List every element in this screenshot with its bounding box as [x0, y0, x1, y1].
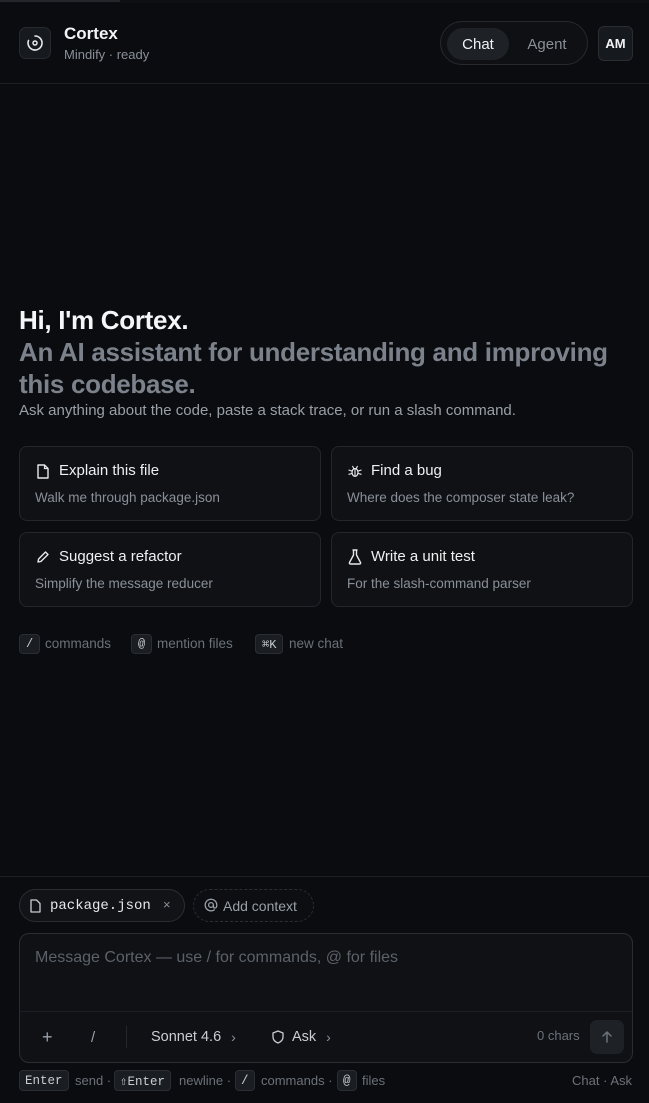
hero-description: Ask anything about the code, paste a sta… — [19, 402, 516, 419]
suggestion-title: Find a bug — [371, 462, 442, 479]
pencil-icon — [36, 549, 50, 565]
suggestion-card-refactor[interactable]: Suggest a refactor Simplify the message … — [19, 532, 321, 607]
bug-icon — [348, 463, 362, 479]
hero-title: Hi, I'm Cortex. — [19, 305, 189, 335]
mode-toggle: Chat Agent — [440, 21, 588, 65]
slash-key-badge: / — [19, 634, 41, 654]
shift-enter-key-badge: ⇧Enter — [114, 1070, 172, 1091]
at-key-badge: @ — [337, 1070, 357, 1091]
arrow-up-icon — [602, 1031, 612, 1043]
suggestion-description: Where does the composer state leak? — [347, 490, 575, 505]
chevron-right-icon: › — [231, 1029, 236, 1045]
hint-new-chat: new chat — [289, 636, 344, 651]
footer-hint-newline: newline · — [179, 1073, 232, 1088]
footer-hint-files: files — [362, 1073, 386, 1088]
footer-hint-send: send · — [75, 1073, 112, 1088]
at-sign-icon — [204, 898, 218, 917]
slash-key-badge: / — [235, 1070, 255, 1091]
suggestion-title: Explain this file — [59, 462, 160, 479]
cmd-k-key-badge: ⌘K — [255, 634, 284, 654]
shield-icon — [272, 1030, 284, 1044]
toolbar-divider — [126, 1026, 127, 1048]
attach-button[interactable]: + — [42, 1024, 53, 1050]
add-context-label: Add context — [223, 898, 297, 914]
message-composer: + / Sonnet 4.6 › Ask › 0 chars — [19, 933, 633, 1063]
composer-divider — [0, 876, 649, 877]
add-context-button[interactable]: Add context — [193, 889, 314, 922]
flask-icon — [348, 549, 362, 565]
model-selector[interactable]: Sonnet 4.6 › — [151, 1024, 236, 1050]
top-strip-mark — [0, 0, 120, 2]
at-key-badge: @ — [131, 634, 153, 654]
suggestion-description: Walk me through package.json — [35, 490, 220, 505]
app-window: Cortex Mindify · ready Chat Agent AM Hi,… — [0, 0, 649, 1103]
send-button[interactable] — [590, 1020, 624, 1054]
suggestion-title: Suggest a refactor — [59, 548, 182, 565]
context-chip-package-json[interactable]: package.json × — [19, 889, 185, 922]
agent-mode-button[interactable]: Agent — [515, 28, 579, 60]
hint-commands: commands — [45, 636, 112, 651]
file-icon — [36, 463, 50, 479]
message-input[interactable] — [20, 934, 632, 1010]
model-label: Sonnet 4.6 — [151, 1029, 222, 1045]
suggestion-description: Simplify the message reducer — [35, 576, 213, 591]
suggestion-card-find-bug[interactable]: Find a bug Where does the composer state… — [331, 446, 633, 521]
header: Cortex Mindify · ready Chat Agent AM — [0, 3, 649, 84]
file-icon — [30, 899, 41, 918]
permission-selector[interactable]: Ask › — [272, 1024, 331, 1050]
user-avatar[interactable]: AM — [598, 26, 633, 61]
app-title: Cortex — [64, 24, 118, 43]
hero-tagline: An AI assistant for understanding and im… — [19, 337, 608, 399]
chat-mode-button[interactable]: Chat — [447, 28, 509, 60]
remove-context-icon[interactable]: × — [163, 897, 171, 912]
suggestion-description: For the slash-command parser — [347, 576, 531, 591]
hint-mention-files: mention files — [157, 636, 233, 651]
permission-label: Ask — [292, 1029, 317, 1045]
slash-command-button[interactable]: / — [91, 1024, 95, 1050]
suggestion-card-explain-file[interactable]: Explain this file Walk me through packag… — [19, 446, 321, 521]
context-chip-label: package.json — [50, 898, 151, 914]
suggestion-card-unit-test[interactable]: Write a unit test For the slash-command … — [331, 532, 633, 607]
char-count: 0 chars — [537, 1028, 580, 1043]
cortex-logo-icon — [19, 27, 51, 59]
mode-status: Chat · Ask — [572, 1073, 632, 1088]
footer-hint-commands: commands · — [261, 1073, 333, 1088]
app-status: Mindify · ready — [64, 47, 150, 62]
enter-key-badge: Enter — [19, 1070, 69, 1091]
composer-toolbar: + / Sonnet 4.6 › Ask › 0 chars — [20, 1011, 632, 1062]
chevron-right-icon: › — [326, 1029, 331, 1045]
suggestion-title: Write a unit test — [371, 548, 475, 565]
